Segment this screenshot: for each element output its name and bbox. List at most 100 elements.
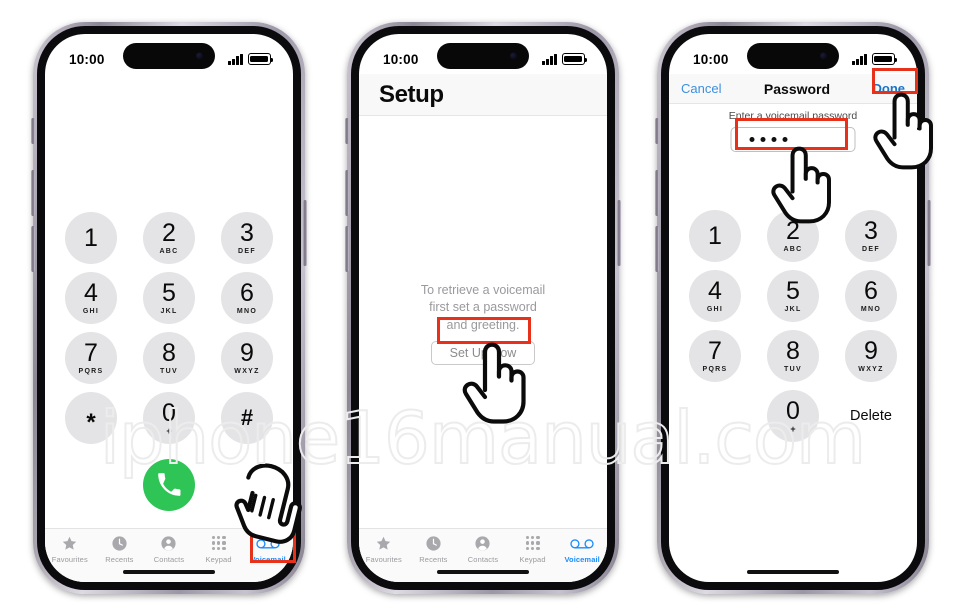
key-6[interactable]: 6 MNO — [221, 272, 273, 324]
home-indicator[interactable] — [747, 569, 839, 574]
keypad-dots-icon — [525, 534, 540, 552]
keypad-row: 1 2 ABC 3 DEF — [45, 212, 293, 264]
status-time: 10:00 — [69, 51, 105, 67]
key-number: 7 — [708, 337, 722, 365]
key-0[interactable]: 0 + — [143, 392, 195, 444]
call-button[interactable] — [143, 459, 195, 511]
tab-contacts[interactable]: Contacts — [144, 534, 194, 564]
key-8[interactable]: 8 TUV — [767, 330, 819, 382]
key-hash[interactable]: # — [221, 392, 273, 444]
key-9[interactable]: 9 WXYZ — [221, 332, 273, 384]
status-right-group — [852, 53, 898, 65]
mute-switch-button[interactable] — [31, 118, 35, 144]
tab-label: Contacts — [467, 555, 499, 564]
setup-nav-header: Setup — [359, 74, 607, 116]
key-1[interactable]: 1 — [689, 210, 741, 262]
key-8[interactable]: 8 TUV — [143, 332, 195, 384]
key-number: 9 — [864, 337, 878, 365]
front-camera-icon — [196, 52, 203, 60]
status-right-group — [542, 53, 588, 65]
mute-switch-button[interactable] — [655, 118, 659, 144]
front-camera-icon — [820, 52, 827, 60]
person-circle-icon — [474, 534, 491, 552]
phone-2-setup: 10:00 Setup To retrieve a voicemail firs… — [345, 22, 621, 594]
key-4[interactable]: 4 GHI — [689, 270, 741, 322]
delete-button[interactable]: Delete — [845, 390, 897, 442]
side-power-button[interactable] — [927, 200, 931, 266]
tab-label: Recents — [419, 555, 448, 564]
key-7[interactable]: 7 PQRS — [65, 332, 117, 384]
dial-keypad: 1 2 ABC 3 DEF 4 GHI 5 JKL 6 MNO 7 PQRS 8 TUV 9W… — [669, 210, 917, 450]
key-7[interactable]: 7 PQRS — [689, 330, 741, 382]
volume-down-button[interactable] — [31, 226, 35, 272]
key-3[interactable]: 3 DEF — [221, 212, 273, 264]
person-circle-icon — [160, 534, 177, 552]
key-1[interactable]: 1 — [65, 212, 117, 264]
phone-call-icon — [158, 473, 181, 496]
side-power-button[interactable] — [617, 200, 621, 266]
tab-favourites[interactable]: Favourites — [359, 534, 409, 564]
key-6[interactable]: 6 MNO — [845, 270, 897, 322]
side-power-button[interactable] — [303, 200, 307, 266]
key-letters: ABC — [159, 248, 179, 255]
key-letters: JKL — [784, 306, 802, 313]
star-icon — [61, 534, 78, 552]
key-number: 6 — [240, 279, 254, 307]
screenshot-stage: 10:00 1 2 ABC 3 DEF 4 GHI 5 JKL 6 MNO 7 … — [0, 0, 965, 616]
mute-switch-button[interactable] — [345, 118, 349, 144]
key-letters: DEF — [862, 246, 880, 253]
volume-up-button[interactable] — [345, 170, 349, 216]
key-letters: ABC — [783, 246, 803, 253]
key-4[interactable]: 4 GHI — [65, 272, 117, 324]
key-number: 2 — [162, 219, 176, 247]
keypad-row: 7 PQRS 8 TUV 9 WXYZ — [669, 330, 917, 382]
tab-recents[interactable]: Recents — [95, 534, 145, 564]
cellular-signal-icon — [852, 53, 867, 65]
key-star[interactable]: * — [65, 392, 117, 444]
key-number: 1 — [708, 221, 722, 250]
key-number: 3 — [864, 217, 878, 245]
cancel-button[interactable]: Cancel — [681, 81, 721, 96]
key-3[interactable]: 3 DEF — [845, 210, 897, 262]
key-letters: PQRS — [702, 366, 728, 373]
password-dot — [760, 137, 766, 142]
volume-up-button[interactable] — [31, 170, 35, 216]
status-time: 10:00 — [693, 51, 729, 67]
tab-label: Favourites — [365, 555, 402, 564]
setup-message-line-1: To retrieve a voicemail — [420, 283, 546, 297]
key-letters: GHI — [706, 306, 724, 313]
dynamic-island — [437, 43, 529, 69]
tab-voicemail[interactable]: Voicemail — [557, 534, 607, 564]
tab-label: Contacts — [153, 555, 185, 564]
volume-down-button[interactable] — [655, 226, 659, 272]
key-number: 5 — [786, 277, 800, 305]
key-number: 9 — [240, 339, 254, 367]
tab-keypad[interactable]: Keypad — [508, 534, 558, 564]
tab-recents[interactable]: Recents — [409, 534, 459, 564]
dynamic-island — [123, 43, 215, 69]
home-indicator[interactable] — [123, 569, 215, 574]
key-letters: GHI — [82, 308, 100, 315]
key-number: 0 — [786, 396, 800, 425]
key-5[interactable]: 5 JKL — [143, 272, 195, 324]
phone-2-screen: 10:00 Setup To retrieve a voicemail firs… — [359, 34, 607, 582]
keypad-row: 0 + Delete — [669, 390, 917, 442]
key-2[interactable]: 2 ABC — [143, 212, 195, 264]
home-indicator[interactable] — [437, 569, 529, 574]
keypad-row: * 0 + # — [45, 392, 293, 444]
key-9[interactable]: 9 WXYZ — [845, 330, 897, 382]
key-0[interactable]: 0 + — [767, 390, 819, 442]
key-5[interactable]: 5 JKL — [767, 270, 819, 322]
pointing-hand-cursor — [771, 146, 831, 224]
tab-label: Keypad — [205, 555, 232, 564]
key-plus: + — [166, 425, 172, 436]
key-number: 0 — [162, 398, 176, 427]
volume-down-button[interactable] — [345, 226, 349, 272]
tab-contacts[interactable]: Contacts — [458, 534, 508, 564]
key-letters: TUV — [160, 368, 178, 375]
tab-favourites[interactable]: Favourites — [45, 534, 95, 564]
password-dot — [749, 137, 755, 142]
volume-up-button[interactable] — [655, 170, 659, 216]
voicemail-icon — [570, 534, 594, 552]
key-number: 7 — [84, 339, 98, 367]
